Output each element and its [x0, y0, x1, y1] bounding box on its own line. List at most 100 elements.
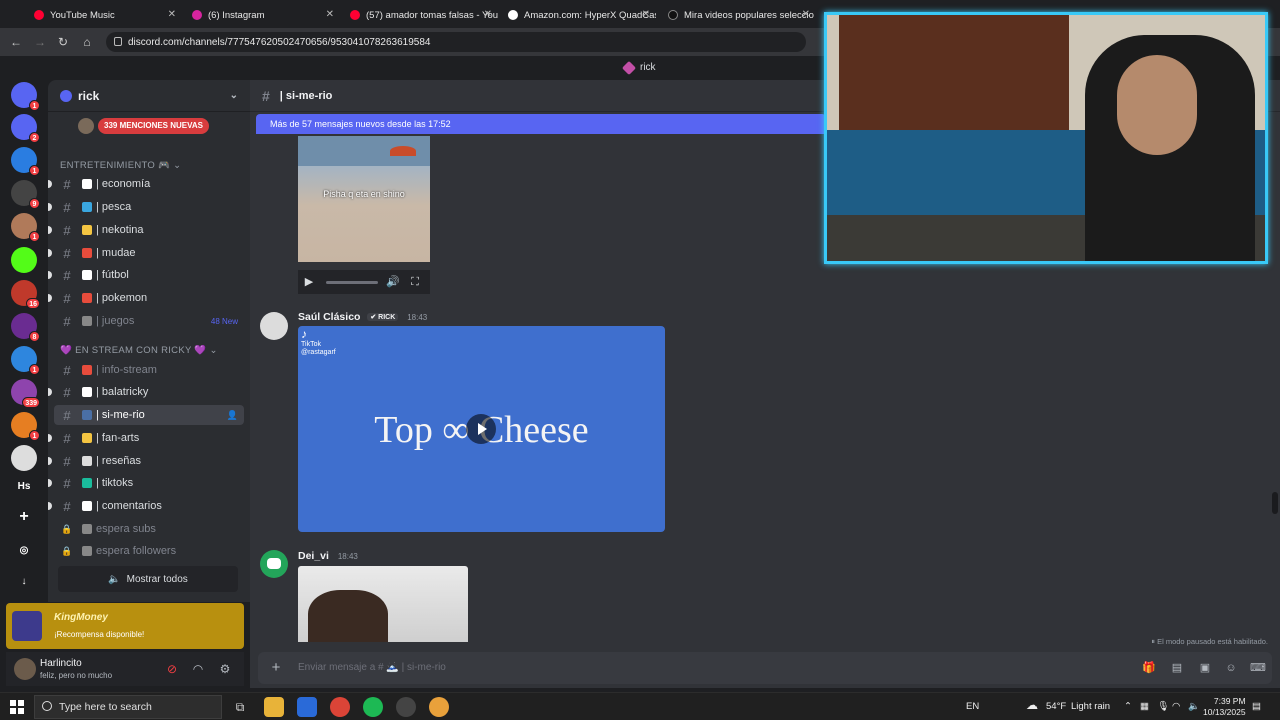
add-attachment-icon[interactable]: + — [268, 660, 284, 676]
obs-icon[interactable] — [396, 697, 416, 717]
back-icon[interactable]: ← — [8, 34, 24, 50]
close-icon[interactable]: ✕ — [802, 9, 810, 20]
chevron-up-icon[interactable]: ⌃ — [1124, 701, 1132, 712]
apps-icon[interactable]: ⌨ — [1250, 661, 1266, 675]
category-entretenimiento[interactable]: ENTRETENIMIENTO 🎮 ⌄ — [60, 160, 181, 171]
message-input[interactable]: Enviar mensaje a # 🗻 | si-me-rio — [298, 662, 446, 673]
browser-tab[interactable]: Amazon.com: HyperX QuadCas ✕ — [500, 4, 656, 26]
globe-server-icon[interactable]: 1 — [11, 346, 40, 375]
mic-icon[interactable]: 🎙 — [1157, 701, 1169, 712]
headphones-icon[interactable]: ◠ — [190, 661, 206, 677]
channel-item[interactable]: 🔒 espera followers — [54, 541, 244, 561]
browser-tab[interactable]: YouTube Music ✕ — [26, 4, 182, 26]
channel-item[interactable]: # | comentarios — [48, 496, 244, 516]
gift-icon[interactable]: 🎁 — [1142, 661, 1156, 675]
message-author[interactable]: Dei_vi 18:43 — [298, 550, 358, 562]
troll-server-icon[interactable] — [11, 445, 37, 471]
hs-server-icon[interactable]: Hs — [11, 473, 37, 499]
close-icon[interactable]: ✕ — [168, 9, 176, 20]
play-icon[interactable]: ▶ — [302, 275, 316, 289]
system-clock[interactable]: 7:39 PM 10/13/2025 — [1203, 696, 1246, 718]
volume-icon[interactable]: 🔈 — [1188, 701, 1200, 712]
site-info-icon[interactable] — [114, 37, 122, 46]
browser-tab[interactable]: Mira videos populares seleccio ✕ — [660, 4, 816, 26]
volume-icon[interactable]: 🔊 — [386, 275, 400, 289]
sticker-icon[interactable]: ▣ — [1198, 661, 1212, 675]
server-header[interactable]: rick ⌄ — [48, 80, 250, 112]
channel-item[interactable]: # | economía — [48, 174, 244, 194]
forward-icon[interactable]: → — [32, 34, 48, 50]
play-button[interactable] — [466, 414, 496, 444]
chevron-down-icon[interactable]: ⌄ — [230, 90, 238, 101]
channel-item[interactable]: # | nekotina — [48, 220, 244, 240]
chrome-active-icon[interactable] — [429, 697, 449, 717]
channel-item[interactable]: # | tiktoks — [48, 473, 244, 493]
mvp-server-icon[interactable]: 9 — [11, 180, 40, 209]
grid-server-icon[interactable]: 339 — [11, 379, 40, 408]
new-messages-bar[interactable]: Más de 57 mensajes nuevos desde las 17:5… — [256, 114, 826, 134]
reload-icon[interactable]: ↻ — [55, 34, 71, 50]
notifications-icon[interactable]: ▤ — [1252, 701, 1261, 712]
address-bar[interactable]: discord.com/channels/777547620502470656/… — [106, 32, 806, 52]
channel-item[interactable]: # | pokemon — [48, 288, 244, 308]
discord-server-icon[interactable]: 2 — [11, 114, 40, 143]
mic-muted-icon[interactable]: ⊘ — [164, 661, 180, 677]
close-icon[interactable]: ✕ — [326, 9, 334, 20]
language-indicator[interactable]: EN — [966, 701, 979, 712]
spotify-icon[interactable] — [363, 697, 383, 717]
category-stream[interactable]: 💜 EN STREAM CON RICKY 💜 ⌄ — [60, 345, 218, 356]
image-attachment[interactable] — [298, 566, 468, 642]
close-icon[interactable]: ✕ — [642, 9, 650, 20]
user-avatar[interactable] — [14, 658, 36, 680]
file-explorer-icon[interactable] — [264, 697, 284, 717]
gear-icon[interactable]: ⚙ — [217, 661, 233, 677]
weather-temp[interactable]: 54°F — [1046, 701, 1066, 712]
fullscreen-icon[interactable]: ⛶ — [408, 275, 422, 289]
channel-item[interactable]: # | si-me-rio 👤 — [54, 405, 244, 425]
video-attachment[interactable]: Pisha q eta en shino — [298, 136, 430, 262]
task-view-icon[interactable]: ⧉ — [230, 697, 250, 717]
store-icon[interactable] — [297, 697, 317, 717]
channel-item[interactable]: # | info-stream — [54, 360, 244, 380]
tiktok-embed[interactable]: ♪ TikTok @rastagarf Top ∞ Cheese — [298, 326, 665, 532]
mentions-badge[interactable]: 339 MENCIONES NUEVAS — [98, 118, 209, 134]
reward-banner[interactable]: KingMoney ¡Recompensa disponible! — [6, 603, 244, 649]
taskbar-search[interactable]: Type here to search — [34, 695, 222, 719]
chrome-icon[interactable] — [330, 697, 350, 717]
kick-server-icon[interactable] — [11, 247, 37, 273]
discord-home-icon[interactable]: 1 — [11, 82, 40, 111]
message-author[interactable]: Saúl Clásico ✔ RICK 18:43 — [298, 311, 427, 323]
avatar-server-icon[interactable]: 1 — [11, 213, 40, 242]
channel-item[interactable]: 🔒 espera subs — [54, 519, 244, 539]
browser-tab[interactable]: (6) Instagram ✕ — [184, 4, 340, 26]
home-icon[interactable]: ⌂ — [79, 34, 95, 50]
add-server-icon[interactable]: + — [11, 504, 37, 530]
purple-server-icon[interactable]: 8 — [11, 313, 40, 342]
download-icon[interactable]: ↓ — [11, 568, 37, 594]
channel-item[interactable]: # | fan-arts — [48, 428, 244, 448]
scrollbar[interactable] — [1272, 492, 1278, 514]
channel-item[interactable]: # | fútbol — [48, 265, 244, 285]
avatar[interactable] — [260, 550, 288, 578]
cube-server-icon[interactable]: 1 — [11, 147, 40, 176]
explore-icon[interactable]: ◎ — [11, 537, 37, 563]
close-icon[interactable]: ✕ — [484, 9, 492, 20]
e-server-icon[interactable]: 1 — [11, 412, 40, 441]
windows-start-icon[interactable] — [10, 700, 24, 714]
channel-item[interactable]: # | reseñas — [48, 451, 244, 471]
message-composer[interactable]: + Enviar mensaje a # 🗻 | si-me-rio 🎁 ▤ ▣… — [258, 652, 1272, 684]
avatar[interactable] — [260, 312, 288, 340]
channel-item[interactable]: # | mudae — [48, 243, 244, 263]
channel-item[interactable]: # | balatricky — [48, 382, 244, 402]
weather-desc[interactable]: Light rain — [1071, 701, 1110, 712]
seek-bar[interactable] — [326, 281, 378, 284]
red-server-icon[interactable]: 16 — [11, 280, 40, 309]
show-all-button[interactable]: 🔈 Mostrar todos — [58, 566, 238, 592]
gif-icon[interactable]: ▤ — [1170, 661, 1184, 675]
browser-tab[interactable]: (57) amador tomas falsas - You ✕ — [342, 4, 498, 26]
wifi-icon[interactable]: ◠ — [1172, 701, 1180, 712]
emoji-icon[interactable]: ☺ — [1224, 661, 1238, 675]
network-icon[interactable]: ▦ — [1140, 701, 1149, 712]
channel-item[interactable]: # | pesca — [48, 197, 244, 217]
channel-item[interactable]: # | juegos 48 New — [54, 311, 244, 331]
